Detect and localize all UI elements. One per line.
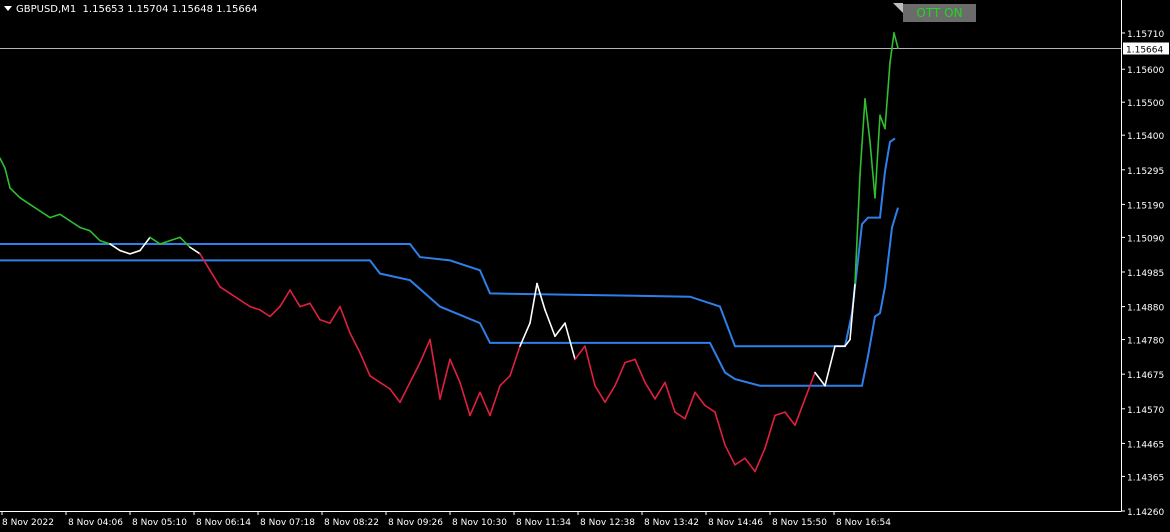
price-tick-label: 1.15500 [1127,99,1164,109]
time-tick-label: 8 Nov 10:30 [452,518,507,528]
price-tick-label: 1.14985 [1127,269,1164,279]
price-tick-label: 1.15090 [1127,234,1164,244]
price-tick-label: 1.14780 [1127,337,1164,347]
price-tick-label: 1.14675 [1127,371,1164,381]
symbol-label: GBPUSD,M1 [16,4,77,15]
price-axis: 1.15710 1.15600 1.15500 1.15400 1.15295 1.151… [1121,30,1169,518]
price-tick-label: 1.14880 [1127,304,1164,314]
time-tick-label: 8 Nov 2022 [2,518,54,528]
price-chart[interactable]: 1.15710 1.15600 1.15500 1.15400 1.15295 1.151… [0,0,1170,532]
corner-triangle-icon [893,3,903,13]
price-tick-label: 1.15295 [1127,167,1164,177]
ott-toggle-button[interactable]: OTT ON [903,4,976,22]
time-tick-label: 8 Nov 05:10 [132,518,187,528]
time-tick-label: 8 Nov 15:50 [772,518,827,528]
dropdown-triangle-icon[interactable] [4,6,12,11]
price-tick-label: 1.14570 [1127,406,1164,416]
time-tick-label: 8 Nov 14:46 [708,518,763,528]
price-tick-label: 1.15190 [1127,201,1164,211]
time-tick-label: 8 Nov 07:18 [260,518,315,528]
time-tick-label: 8 Nov 08:22 [324,518,379,528]
time-tick-label: 8 Nov 06:14 [196,518,251,528]
price-tick-label: 1.15710 [1127,30,1164,40]
price-tick-label: 1.14465 [1127,440,1164,450]
chart-background [0,0,1170,532]
symbol-ohlc-header: GBPUSD,M1 1.15653 1.15704 1.15648 1.1566… [4,4,258,15]
price-tick-label: 1.14365 [1127,473,1164,483]
price-tick-label: 1.14260 [1127,508,1164,518]
price-tick-label: 1.15400 [1127,132,1164,142]
time-tick-label: 8 Nov 09:26 [388,518,443,528]
ohlc-values: 1.15653 1.15704 1.15648 1.15664 [82,4,258,15]
time-tick-label: 8 Nov 13:42 [644,518,699,528]
time-tick-label: 8 Nov 16:54 [836,518,891,528]
current-price-label: 1.15664 [1126,46,1163,56]
time-tick-label: 8 Nov 12:38 [580,518,635,528]
price-tick-label: 1.15600 [1127,66,1164,76]
time-tick-label: 8 Nov 11:34 [516,518,571,528]
time-tick-label: 8 Nov 04:06 [68,518,123,528]
